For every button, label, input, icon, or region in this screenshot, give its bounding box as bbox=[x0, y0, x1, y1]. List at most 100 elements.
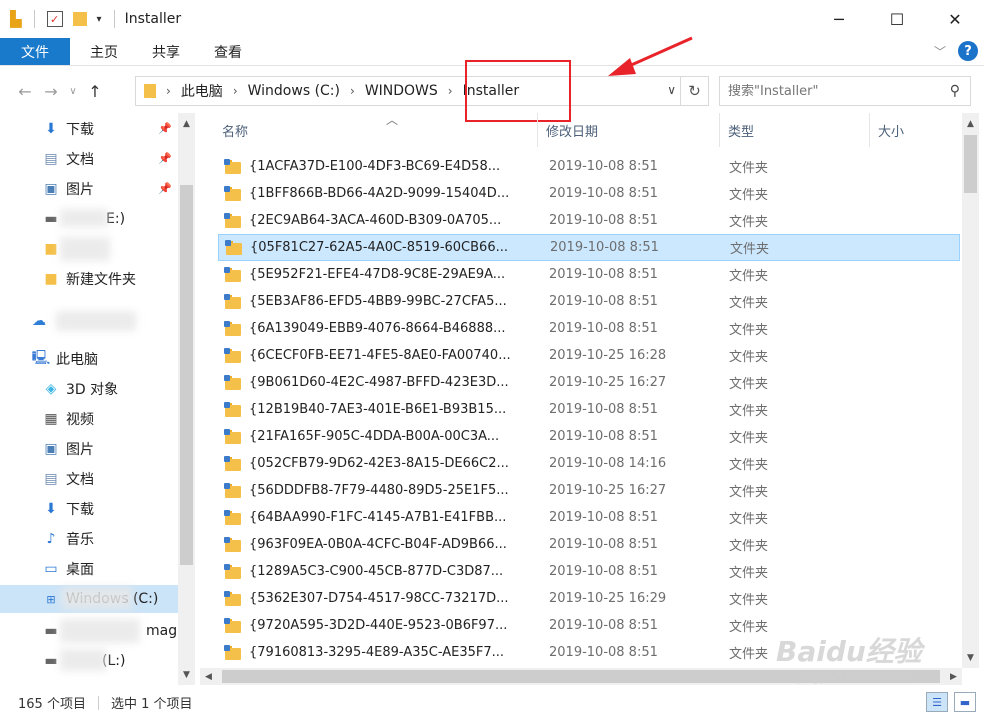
close-button[interactable]: ✕ bbox=[926, 0, 984, 38]
customize-dropdown-icon[interactable]: ▾ bbox=[97, 14, 102, 25]
tab-home[interactable]: 主页 bbox=[70, 38, 135, 65]
table-row[interactable]: {05F81C27-62A5-4A0C-8519-60CB66... 2019-1… bbox=[218, 234, 960, 261]
folder-icon bbox=[225, 239, 245, 256]
table-row[interactable]: {5362E307-D754-4517-98CC-73217D... 2019-1… bbox=[218, 585, 960, 612]
item-count: 165 个项目 bbox=[18, 697, 86, 712]
nav-item-downloads[interactable]: ⬇ 下载 📌 bbox=[0, 115, 178, 143]
watermark-text: Baidu经验 bbox=[776, 635, 922, 668]
breadcrumb-windows-drive[interactable]: Windows (C:) bbox=[248, 83, 340, 99]
table-row[interactable]: {6CECF0FB-EE71-4FE5-8AE0-FA00740... 2019-… bbox=[218, 342, 960, 369]
folder-icon bbox=[224, 185, 244, 202]
nav-item-documents-pc[interactable]: ▤ 文档 bbox=[0, 465, 178, 493]
selected-count: 选中 1 个项目 bbox=[110, 697, 193, 712]
nav-item-videos[interactable]: ▦ 视频 bbox=[0, 405, 178, 433]
table-row[interactable]: {56DDDFB8-7F79-4480-89D5-25E1F5... 2019-1… bbox=[218, 477, 960, 504]
picture-icon: ▣ bbox=[44, 181, 58, 197]
large-icons-view-icon[interactable]: ▬ bbox=[954, 692, 976, 712]
breadcrumb-separator-icon[interactable]: › bbox=[166, 84, 171, 98]
file-date: 2019-10-08 8:51 bbox=[549, 213, 658, 228]
column-header-size[interactable]: 大小 bbox=[870, 113, 960, 147]
nav-item-new-folder[interactable]: ■ 新建文件夹 bbox=[0, 265, 178, 293]
back-arrow-icon[interactable]: ← bbox=[12, 76, 38, 106]
column-header-type[interactable]: 类型 bbox=[720, 113, 870, 147]
scroll-up-arrow-icon[interactable]: ▲ bbox=[178, 115, 195, 132]
scroll-left-arrow-icon[interactable]: ◀ bbox=[200, 668, 217, 685]
address-dropdown-icon[interactable]: ∨ bbox=[667, 83, 676, 97]
file-name: {12B19B40-7AE3-401E-B6E1-B93B15... bbox=[249, 402, 507, 417]
details-view-icon[interactable]: ☰ bbox=[926, 692, 948, 712]
column-label: 修改日期 bbox=[546, 124, 599, 140]
scroll-down-arrow-icon[interactable]: ▼ bbox=[178, 666, 195, 683]
window-controls: ─ ☐ ✕ bbox=[810, 0, 984, 38]
tab-share[interactable]: 共享 bbox=[135, 38, 197, 65]
pin-icon[interactable]: 📌 bbox=[158, 152, 172, 165]
table-row[interactable]: {9B061D60-4E2C-4987-BFFD-423E3D... 2019-1… bbox=[218, 369, 960, 396]
file-date: 2019-10-25 16:28 bbox=[549, 348, 667, 363]
table-row[interactable]: {12B19B40-7AE3-401E-B6E1-B93B15... 2019-1… bbox=[218, 396, 960, 423]
table-row[interactable]: {5E952F21-EFE4-47D8-9C8E-29AE9A... 2019-1… bbox=[218, 261, 960, 288]
breadcrumb-separator-icon[interactable]: › bbox=[448, 84, 453, 98]
tab-file[interactable]: 文件 bbox=[0, 38, 70, 65]
table-row[interactable]: {64BAA990-F1FC-4145-A7B1-E41FBB... 2019-1… bbox=[218, 504, 960, 531]
nav-item-documents[interactable]: ▤ 文档 📌 bbox=[0, 145, 178, 173]
file-date: 2019-10-08 8:51 bbox=[549, 537, 658, 552]
file-list-vertical-scrollbar[interactable]: ▲ ▼ bbox=[962, 113, 979, 668]
minimize-button[interactable]: ─ bbox=[810, 0, 868, 38]
scrollbar-thumb[interactable] bbox=[964, 135, 977, 193]
help-icon[interactable]: ? bbox=[958, 41, 978, 61]
nav-item-downloads-pc[interactable]: ⬇ 下载 bbox=[0, 495, 178, 523]
file-type: 文件夹 bbox=[729, 512, 769, 527]
windows-drive-icon: ⊞ bbox=[46, 592, 56, 606]
breadcrumb-windows[interactable]: WINDOWS bbox=[365, 83, 438, 99]
column-header-name[interactable]: ︿ 名称 bbox=[214, 113, 538, 147]
search-box[interactable]: ⚲ bbox=[719, 76, 971, 106]
table-row[interactable]: {1289A5C3-C900-45CB-877D-C3D87... 2019-10… bbox=[218, 558, 960, 585]
ribbon-right-controls: ﹀ ? bbox=[934, 41, 978, 61]
breadcrumb-this-pc[interactable]: 此电脑 bbox=[181, 81, 223, 101]
search-icon[interactable]: ⚲ bbox=[950, 83, 960, 99]
scroll-up-arrow-icon[interactable]: ▲ bbox=[962, 115, 979, 132]
tab-view[interactable]: 查看 bbox=[197, 38, 259, 65]
table-row[interactable]: {963F09EA-0B0A-4CFC-B04F-AD9B66... 2019-1… bbox=[218, 531, 960, 558]
folder-icon bbox=[224, 509, 244, 526]
nav-item-3d-objects[interactable]: ◈ 3D 对象 bbox=[0, 375, 178, 403]
quick-access-toolbar: ▙ ✓ ▾ bbox=[0, 10, 121, 28]
pin-icon[interactable]: 📌 bbox=[158, 122, 172, 135]
expand-ribbon-chevron-icon[interactable]: ﹀ bbox=[934, 43, 946, 60]
breadcrumb-separator-icon[interactable]: › bbox=[350, 84, 355, 98]
column-header-date[interactable]: 修改日期 bbox=[538, 113, 720, 147]
table-row[interactable]: {1BFF866B-BD66-4A2D-9099-15404D... 2019-1… bbox=[218, 180, 960, 207]
nav-item-music[interactable]: ♪ 音乐 bbox=[0, 525, 178, 553]
search-input[interactable] bbox=[728, 83, 933, 99]
nav-item-pictures-pc[interactable]: ▣ 图片 bbox=[0, 435, 178, 463]
file-date: 2019-10-08 8:51 bbox=[549, 321, 658, 336]
breadcrumb-separator-icon[interactable]: › bbox=[233, 84, 238, 98]
document-icon: ▤ bbox=[44, 471, 58, 487]
view-switcher: ☰ ▬ bbox=[926, 692, 976, 712]
folder-icon bbox=[144, 84, 156, 98]
nav-item-this-pc[interactable]: 🖳 此电脑 bbox=[0, 345, 178, 373]
table-row[interactable]: {5EB3AF86-EFD5-4BB9-99BC-27CFA5... 2019-1… bbox=[218, 288, 960, 315]
table-row[interactable]: {2EC9AB64-3ACA-460D-B309-0A705... 2019-10… bbox=[218, 207, 960, 234]
table-row[interactable]: {1ACFA37D-E100-4DF3-BC69-E4D58... 2019-10… bbox=[218, 153, 960, 180]
up-arrow-icon[interactable]: ↑ bbox=[82, 76, 108, 106]
pin-icon[interactable]: 📌 bbox=[158, 182, 172, 195]
nav-item-label: 3D 对象 bbox=[66, 382, 119, 398]
table-row[interactable]: {6A139049-EBB9-4076-8664-B46888... 2019-1… bbox=[218, 315, 960, 342]
forward-arrow-icon[interactable]: → bbox=[38, 76, 64, 106]
file-type: 文件夹 bbox=[729, 593, 769, 608]
maximize-button[interactable]: ☐ bbox=[868, 0, 926, 38]
file-date: 2019-10-08 8:51 bbox=[549, 564, 658, 579]
nav-pane-scrollbar[interactable]: ▲ ▼ bbox=[178, 113, 195, 685]
table-row[interactable]: {21FA165F-905C-4DDA-B00A-00C3A... 2019-10… bbox=[218, 423, 960, 450]
new-folder-icon[interactable] bbox=[72, 12, 87, 26]
table-row[interactable]: {052CFB79-9D62-42E3-8A15-DE66C2... 2019-1… bbox=[218, 450, 960, 477]
file-name: {5362E307-D754-4517-98CC-73217D... bbox=[249, 591, 509, 606]
scrollbar-thumb[interactable] bbox=[180, 185, 193, 565]
nav-item-pictures[interactable]: ▣ 图片 📌 bbox=[0, 175, 178, 203]
properties-checkmark-icon[interactable]: ✓ bbox=[46, 11, 63, 27]
obscured-region bbox=[60, 237, 110, 261]
recent-locations-chevron-icon[interactable]: ∨ bbox=[64, 76, 82, 106]
baidu-watermark: Baidu经验 jingyan.baidu.com bbox=[776, 630, 976, 690]
nav-item-desktop[interactable]: ▭ 桌面 bbox=[0, 555, 178, 583]
